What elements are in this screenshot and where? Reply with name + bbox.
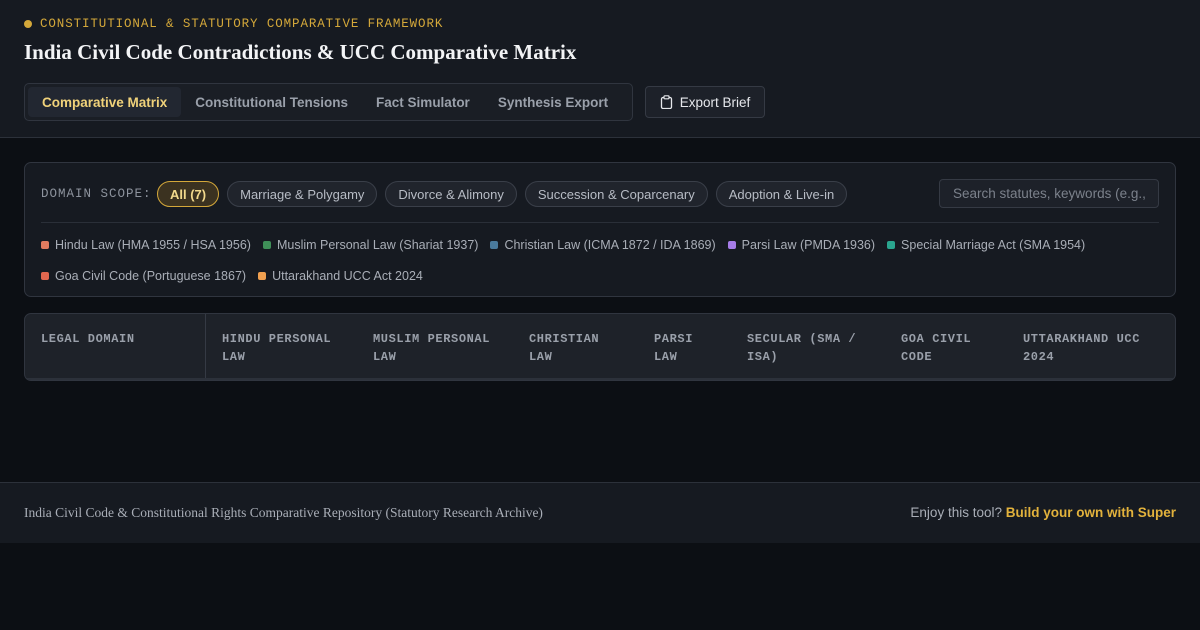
chip-all[interactable]: All (7): [157, 181, 220, 207]
legend-swatch: [727, 240, 736, 249]
comparative-matrix-table: LEGAL DOMAIN HINDU PERSONAL LAW MUSLIM PE…: [24, 313, 1176, 381]
tab-bar: Comparative Matrix Constitutional Tensio…: [24, 83, 633, 121]
footer-promo-prefix: Enjoy this tool?: [910, 505, 1002, 520]
page-title: India Civil Code Contradictions & UCC Co…: [24, 40, 577, 64]
legend-swatch: [258, 271, 267, 280]
chip-adoption-live-in[interactable]: Adoption & Live-in: [715, 181, 848, 207]
legend-swatch: [490, 240, 499, 249]
export-brief-button[interactable]: Export Brief: [645, 86, 765, 118]
legend-item-muslim: Muslim Personal Law (Shariat 1937): [262, 229, 479, 260]
domain-chips: All (7) Marriage & Polygamy Divorce & Al…: [157, 181, 855, 207]
legend-item-goa: Goa Civil Code (Portuguese 1867): [41, 260, 246, 291]
footer-promo: Enjoy this tool? Build your own with Sup…: [910, 505, 1176, 520]
legend-swatch: [41, 240, 49, 249]
eyebrow: CONSTITUTIONAL & STATUTORY COMPARATIVE F…: [24, 17, 443, 31]
tab-synthesis-export[interactable]: Synthesis Export: [484, 87, 622, 117]
column-header: HINDU PERSONAL LAW: [222, 332, 332, 364]
legend-label: Goa Civil Code (Portuguese 1867): [55, 268, 247, 283]
legend: Hindu Law (HMA 1955 / HSA 1956) Muslim P…: [41, 229, 1141, 291]
legend-item-parsi: Parsi Law (PMDA 1936): [727, 229, 876, 260]
column-header: GOA CIVIL CODE: [901, 332, 972, 364]
header: CONSTITUTIONAL & STATUTORY COMPARATIVE F…: [0, 0, 1200, 138]
legend-swatch: [262, 240, 271, 249]
filter-panel: DOMAIN SCOPE: All (7) Marriage & Polygam…: [24, 162, 1176, 297]
legend-label: Christian Law (ICMA 1872 / IDA 1869): [504, 237, 716, 252]
build-your-own-link[interactable]: Build your own with Super: [1006, 505, 1176, 520]
column-header: CHRISTIAN LAW: [529, 332, 600, 364]
legend-label: Muslim Personal Law (Shariat 1937): [276, 237, 479, 252]
chip-marriage-polygamy[interactable]: Marriage & Polygamy: [227, 181, 378, 207]
status-dot-icon: [24, 20, 32, 28]
legend-label: Uttarakhand UCC Act 2024: [272, 268, 423, 283]
eyebrow-text: CONSTITUTIONAL & STATUTORY COMPARATIVE F…: [40, 17, 444, 31]
tab-fact-simulator[interactable]: Fact Simulator: [362, 87, 484, 117]
legend-swatch: [41, 271, 49, 280]
matrix-header-row: LEGAL DOMAIN HINDU PERSONAL LAW MUSLIM PE…: [25, 314, 1175, 380]
tab-constitutional-tensions[interactable]: Constitutional Tensions: [181, 87, 362, 117]
clipboard-icon: [660, 95, 672, 109]
column-header: MUSLIM PERSONAL LAW: [373, 332, 491, 364]
column-header: UTTARAKHAND UCC 2024: [1023, 332, 1141, 364]
footer-repository-text: India Civil Code & Constitutional Rights…: [24, 505, 543, 520]
domain-scope-label: DOMAIN SCOPE:: [41, 187, 152, 201]
column-header: SECULAR (SMA / ISA): [747, 332, 857, 364]
column-header: PARSI LAW: [654, 332, 694, 364]
legend-swatch: [887, 240, 896, 249]
legend-label: Special Marriage Act (SMA 1954): [901, 237, 1086, 252]
tab-comparative-matrix[interactable]: Comparative Matrix: [28, 87, 182, 117]
legend-item-uttarakhand: Uttarakhand UCC Act 2024: [258, 260, 423, 291]
chip-divorce-alimony[interactable]: Divorce & Alimony: [385, 181, 517, 207]
divider: [41, 222, 1159, 223]
legend-item-hindu: Hindu Law (HMA 1955 / HSA 1956): [41, 229, 251, 260]
search-input[interactable]: [939, 179, 1159, 208]
chip-succession-coparcenary[interactable]: Succession & Coparcenary: [524, 181, 708, 207]
footer: India Civil Code & Constitutional Rights…: [0, 482, 1200, 543]
export-brief-label: Export Brief: [679, 94, 751, 110]
legend-label: Hindu Law (HMA 1955 / HSA 1956): [55, 237, 251, 252]
column-header: LEGAL DOMAIN: [25, 314, 206, 378]
legend-item-christian: Christian Law (ICMA 1872 / IDA 1869): [490, 229, 716, 260]
legend-label: Parsi Law (PMDA 1936): [741, 237, 876, 252]
legend-item-sma: Special Marriage Act (SMA 1954): [887, 229, 1085, 260]
